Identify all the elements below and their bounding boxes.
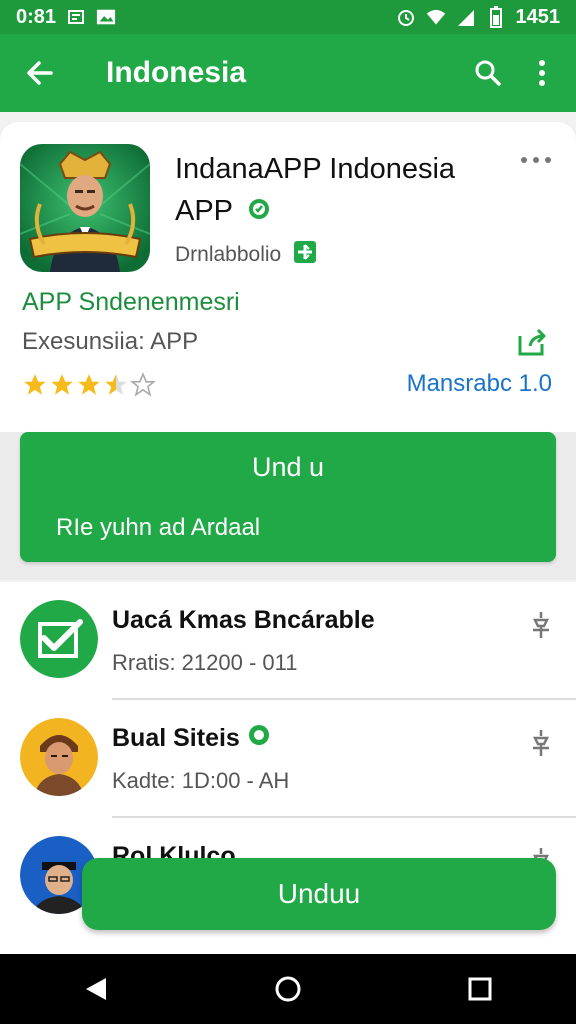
person-avatar <box>20 718 98 796</box>
list-item-name: Uacá Kmas Bncárable <box>112 606 375 634</box>
list-item-status: Rratis: 21200 - 011 <box>112 650 298 675</box>
star-full-icon <box>49 372 75 403</box>
star-full-icon <box>22 372 48 403</box>
pin-icon[interactable] <box>528 728 554 758</box>
list-item[interactable]: Bual Siteis Kadte: 1D:00 - AH <box>0 700 576 818</box>
star-empty-icon <box>129 372 157 403</box>
share-icon[interactable] <box>516 326 550 360</box>
app-bar: Indonesia <box>0 34 576 112</box>
page-title: Indonesia <box>106 56 247 89</box>
back-arrow-icon[interactable] <box>20 53 60 93</box>
download-fab-button[interactable]: Unduu <box>82 858 556 930</box>
nav-home-icon[interactable] <box>268 969 308 1009</box>
pin-icon[interactable] <box>528 610 554 640</box>
app-name-line2: APP <box>175 195 233 227</box>
verified-badge-icon <box>248 724 270 753</box>
wifi-icon <box>426 7 446 27</box>
star-half-icon <box>103 372 129 403</box>
image-notification-icon <box>96 7 116 27</box>
developer-row: Drnlabbolio <box>175 240 317 270</box>
editors-choice-icon <box>293 240 317 270</box>
notification-icon <box>66 7 86 27</box>
check-icon <box>20 600 98 678</box>
verified-badge-icon <box>247 191 271 233</box>
app-tagline: APP Sndenenmesri <box>22 288 240 316</box>
more-vert-icon[interactable] <box>522 53 562 93</box>
signal-icon <box>456 7 476 27</box>
install-button-label: Und u <box>251 452 325 482</box>
list-item-status: Kadte: 1D:00 - AH <box>112 768 290 793</box>
list-item-name: Bual Siteis <box>112 724 240 752</box>
app-name-line2-wrap: APP <box>175 190 505 233</box>
system-nav-bar <box>0 954 576 1024</box>
battery-icon <box>486 6 506 28</box>
app-header-card: IndanaAPP Indonesia APP Drnlabbolio APP … <box>0 122 576 432</box>
status-right-text: 1451 <box>515 5 561 28</box>
app-version: Mansrabc 1.0 <box>406 370 552 397</box>
status-time: 0:81 <box>16 5 57 28</box>
nav-back-icon[interactable] <box>76 969 116 1009</box>
app-icon[interactable] <box>20 144 150 272</box>
install-button-sublabel: RIe yuhn ad Ardaal <box>56 514 261 541</box>
app-name: IndanaAPP Indonesia APP <box>175 148 505 233</box>
list-item-title: Uacá Kmas Bncárable <box>112 606 375 635</box>
more-horiz-icon[interactable] <box>520 152 552 172</box>
nav-recents-icon[interactable] <box>460 969 500 1009</box>
app-name-line1: IndanaAPP Indonesia <box>175 153 456 185</box>
star-rating <box>22 372 157 403</box>
install-button[interactable]: Und u RIe yuhn ad Ardaal <box>20 432 556 562</box>
app-category: Exesunsiia: APP <box>22 328 199 355</box>
list-item-title: Bual Siteis <box>112 724 270 753</box>
alarm-icon <box>396 7 416 27</box>
developer-name[interactable]: Drnlabbolio <box>175 243 281 267</box>
search-icon[interactable] <box>468 53 508 93</box>
install-section: Und u RIe yuhn ad Ardaal <box>0 432 576 580</box>
list-item[interactable]: Uacá Kmas Bncárable Rratis: 21200 - 011 <box>0 582 576 700</box>
star-full-icon <box>76 372 102 403</box>
status-bar: 0:81 1451 <box>0 0 576 34</box>
